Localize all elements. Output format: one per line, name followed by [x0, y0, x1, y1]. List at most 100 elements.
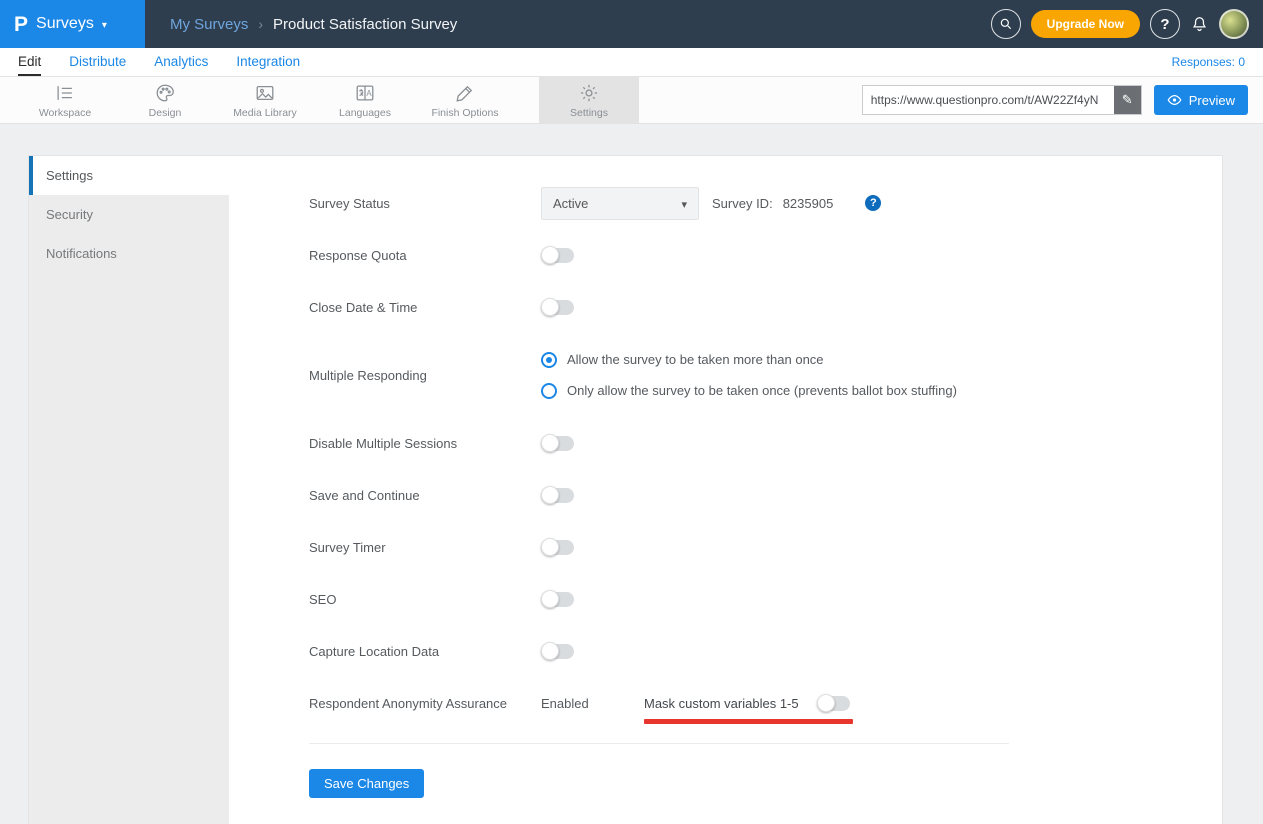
svg-text:A: A [366, 88, 372, 97]
brand-label: Surveys [36, 15, 94, 33]
main-content: Settings Security Notifications Survey S… [0, 124, 1263, 824]
save-changes-button[interactable]: Save Changes [309, 769, 424, 798]
edit-url-pencil-button[interactable] [1114, 86, 1141, 114]
toggle-knob [541, 486, 559, 504]
main-nav: Edit Distribute Analytics Integration Re… [0, 48, 1263, 77]
top-header: Surveys My Surveys › Product Satisfactio… [0, 0, 1263, 48]
close-date-label: Close Date & Time [309, 300, 541, 315]
toolbar-item-media-library[interactable]: Media Library [215, 77, 315, 123]
highlight-underline [644, 719, 853, 724]
multiple-responding-row: Multiple Responding Allow the survey to … [309, 333, 1182, 417]
radio-selected-icon [541, 352, 557, 368]
tab-distribute[interactable]: Distribute [69, 48, 126, 76]
settings-sidebar: Settings Security Notifications [29, 156, 229, 824]
toolbar-item-design[interactable]: Design [115, 77, 215, 123]
design-palette-icon [154, 82, 176, 104]
notifications-bell-button[interactable] [1190, 15, 1209, 34]
toggle-knob [541, 246, 559, 264]
preview-label: Preview [1189, 93, 1235, 108]
radio-allow-once[interactable]: Only allow the survey to be taken once (… [541, 383, 957, 399]
save-continue-label: Save and Continue [309, 488, 541, 503]
toggle-knob [541, 538, 559, 556]
capture-location-row: Capture Location Data [309, 625, 1182, 677]
disable-sessions-row: Disable Multiple Sessions [309, 417, 1182, 469]
chevron-down-icon [681, 196, 687, 211]
breadcrumb: My Surveys › Product Satisfaction Survey [170, 16, 457, 33]
toolbar-right: Preview [862, 77, 1263, 123]
toolbar-item-label: Languages [339, 107, 391, 119]
settings-form: Survey Status Active Survey ID: 8235905 … [229, 156, 1222, 824]
save-and-continue-toggle[interactable] [541, 488, 574, 503]
response-quota-toggle[interactable] [541, 248, 574, 263]
languages-icon: A [354, 82, 376, 104]
mask-variables-toggle[interactable] [817, 696, 850, 711]
close-date-toggle[interactable] [541, 300, 574, 315]
product-switcher[interactable]: Surveys [0, 0, 145, 48]
respondent-anonymity-value: Enabled [541, 696, 644, 711]
seo-toggle[interactable] [541, 592, 574, 607]
breadcrumb-current-survey: Product Satisfaction Survey [273, 16, 457, 33]
sidebar-item-notifications[interactable]: Notifications [29, 234, 229, 273]
eye-icon [1167, 94, 1182, 106]
toolbar-item-finish-options[interactable]: Finish Options [415, 77, 515, 123]
response-quota-row: Response Quota [309, 229, 1182, 281]
toggle-knob [541, 642, 559, 660]
sidebar-item-security[interactable]: Security [29, 195, 229, 234]
disable-multiple-sessions-toggle[interactable] [541, 436, 574, 451]
breadcrumb-my-surveys[interactable]: My Surveys [170, 16, 248, 33]
help-button[interactable] [1150, 9, 1180, 39]
toggle-knob [817, 694, 835, 712]
edit-toolbar: Workspace Design Media Library A Languag… [0, 77, 1263, 124]
tab-integration[interactable]: Integration [236, 48, 300, 76]
tab-analytics[interactable]: Analytics [154, 48, 208, 76]
avatar[interactable] [1219, 9, 1249, 39]
radio-allow-multiple[interactable]: Allow the survey to be taken more than o… [541, 352, 957, 368]
settings-gear-icon [578, 82, 600, 104]
media-library-icon [254, 82, 276, 104]
toolbar-item-label: Settings [570, 107, 608, 119]
preview-button[interactable]: Preview [1154, 85, 1248, 115]
survey-timer-row: Survey Timer [309, 521, 1182, 573]
radio-allow-multiple-label: Allow the survey to be taken more than o… [567, 352, 824, 367]
breadcrumb-separator: › [258, 16, 263, 32]
sidebar-item-settings[interactable]: Settings [29, 156, 229, 195]
toolbar-item-label: Finish Options [431, 107, 498, 119]
question-mark-icon [1160, 16, 1169, 33]
survey-id-value: 8235905 [783, 196, 834, 211]
toolbar-item-workspace[interactable]: Workspace [15, 77, 115, 123]
toolbar-item-languages[interactable]: A Languages [315, 77, 415, 123]
close-date-row: Close Date & Time [309, 281, 1182, 333]
multiple-responding-label: Multiple Responding [309, 368, 541, 383]
toggle-knob [541, 590, 559, 608]
survey-status-value: Active [553, 196, 588, 211]
survey-id-help-icon[interactable] [865, 195, 881, 211]
upgrade-now-button[interactable]: Upgrade Now [1031, 10, 1140, 38]
responses-count[interactable]: Responses: 0 [1172, 48, 1245, 76]
respondent-anonymity-label: Respondent Anonymity Assurance [309, 696, 541, 711]
disable-sessions-label: Disable Multiple Sessions [309, 436, 541, 451]
survey-status-select[interactable]: Active [541, 187, 699, 220]
mask-variables-label: Mask custom variables 1-5 [644, 696, 799, 711]
response-quota-label: Response Quota [309, 248, 541, 263]
capture-location-label: Capture Location Data [309, 644, 541, 659]
bell-icon [1190, 15, 1209, 34]
survey-status-label: Survey Status [309, 196, 541, 211]
radio-unselected-icon [541, 383, 557, 399]
survey-url-box [862, 85, 1142, 115]
capture-location-toggle[interactable] [541, 644, 574, 659]
search-button[interactable] [991, 9, 1021, 39]
chevron-down-icon [102, 20, 107, 31]
survey-id-label: Survey ID: [712, 196, 773, 211]
survey-timer-label: Survey Timer [309, 540, 541, 555]
questionpro-logo-icon [14, 14, 28, 35]
search-icon [999, 17, 1013, 31]
survey-timer-toggle[interactable] [541, 540, 574, 555]
form-divider [309, 743, 1009, 744]
save-continue-row: Save and Continue [309, 469, 1182, 521]
survey-status-row: Survey Status Active Survey ID: 8235905 [309, 177, 1182, 229]
workspace-icon [54, 82, 76, 104]
tab-edit[interactable]: Edit [18, 48, 41, 76]
survey-url-input[interactable] [863, 86, 1114, 114]
toggle-knob [541, 298, 559, 316]
toolbar-item-settings[interactable]: Settings [539, 77, 639, 123]
